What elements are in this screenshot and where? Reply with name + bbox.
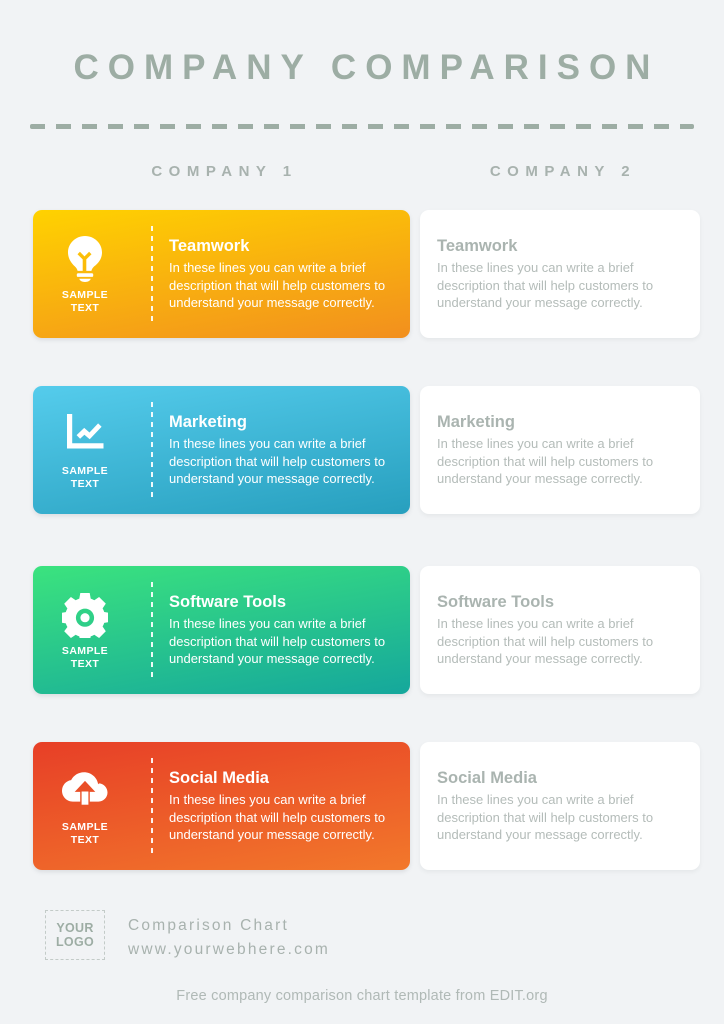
footer-website: www.yourwebhere.com	[128, 941, 331, 958]
logo-line-2: LOGO	[55, 935, 94, 949]
attribution-text: Free company comparison chart template f…	[176, 988, 548, 1004]
sample-text-label: SAMPLE TEXT	[61, 289, 109, 314]
feature-title: Software Tools	[437, 593, 555, 611]
feature-description: In these lines you can write a brief des…	[437, 436, 654, 486]
infographic-page: COMPANY COMPARISON COMPANY 1 COMPANY 2 S…	[0, 0, 724, 1024]
column-header-company-2: COMPANY 2	[489, 163, 637, 180]
icon-column: SAMPLE TEXT	[33, 386, 137, 514]
feature-description: In these lines you can write a brief des…	[169, 616, 386, 666]
feature-title: Marketing	[437, 413, 515, 431]
comparison-row: SAMPLE TEXT Software Tools In these line…	[0, 566, 724, 694]
header-divider	[30, 124, 694, 129]
card-text-column: Software Tools In these lines you can wr…	[437, 592, 677, 668]
feature-card-left[interactable]: SAMPLE TEXT Software Tools In these line…	[33, 566, 410, 694]
comparison-row: SAMPLE TEXT Social Media In these lines …	[0, 742, 724, 870]
footer: YOUR LOGO Comparison Chart www.yourwebhe…	[0, 900, 724, 1024]
sample-text-label: SAMPLE TEXT	[61, 645, 109, 670]
feature-title: Marketing	[169, 413, 247, 431]
feature-card-right[interactable]: Marketing In these lines you can write a…	[420, 386, 700, 514]
feature-title: Teamwork	[169, 237, 250, 255]
logo-placeholder[interactable]: YOUR LOGO	[45, 910, 105, 960]
logo-line-1: YOUR	[56, 920, 94, 935]
feature-description: In these lines you can write a brief des…	[169, 792, 386, 842]
column-header-company-1: COMPANY 1	[151, 163, 298, 180]
gear-icon	[62, 590, 108, 638]
sample-text-label: SAMPLE TEXT	[61, 465, 109, 490]
card-text-column: Marketing In these lines you can write a…	[437, 412, 677, 488]
card-divider	[151, 226, 153, 322]
sample-text-label: SAMPLE TEXT	[61, 821, 109, 846]
line-chart-icon	[62, 410, 108, 458]
feature-card-left[interactable]: SAMPLE TEXT Teamwork In these lines you …	[33, 210, 410, 338]
cloud-upload-icon	[62, 766, 108, 814]
feature-description: In these lines you can write a brief des…	[437, 260, 654, 310]
feature-card-left[interactable]: SAMPLE TEXT Social Media In these lines …	[33, 742, 410, 870]
feature-card-right[interactable]: Teamwork In these lines you can write a …	[420, 210, 700, 338]
comparison-row: SAMPLE TEXT Teamwork In these lines you …	[0, 210, 724, 338]
feature-description: In these lines you can write a brief des…	[437, 792, 654, 842]
feature-description: In these lines you can write a brief des…	[437, 616, 654, 666]
feature-title: Teamwork	[437, 237, 518, 255]
feature-card-right[interactable]: Social Media In these lines you can writ…	[420, 742, 700, 870]
card-text-column: Marketing In these lines you can write a…	[169, 412, 394, 488]
feature-title: Social Media	[437, 769, 537, 787]
feature-card-left[interactable]: SAMPLE TEXT Marketing In these lines you…	[33, 386, 410, 514]
icon-column: SAMPLE TEXT	[33, 742, 137, 870]
card-text-column: Teamwork In these lines you can write a …	[169, 236, 394, 312]
icon-column: SAMPLE TEXT	[33, 566, 137, 694]
card-text-column: Social Media In these lines you can writ…	[437, 768, 677, 844]
page-title: COMPANY COMPARISON	[73, 48, 660, 87]
feature-description: In these lines you can write a brief des…	[169, 436, 386, 486]
icon-column: SAMPLE TEXT	[33, 210, 137, 338]
comparison-row: SAMPLE TEXT Marketing In these lines you…	[0, 386, 724, 514]
feature-title: Social Media	[169, 769, 269, 787]
column-headers: COMPANY 1 COMPANY 2	[0, 163, 724, 185]
card-text-column: Teamwork In these lines you can write a …	[437, 236, 677, 312]
lightbulb-icon	[62, 234, 108, 282]
card-text-column: Software Tools In these lines you can wr…	[169, 592, 394, 668]
card-divider	[151, 758, 153, 854]
card-text-column: Social Media In these lines you can writ…	[169, 768, 394, 844]
footer-text-block: Comparison Chart www.yourwebhere.com	[128, 914, 330, 962]
feature-title: Software Tools	[169, 593, 287, 611]
card-divider	[151, 402, 153, 498]
card-divider	[151, 582, 153, 678]
feature-card-right[interactable]: Software Tools In these lines you can wr…	[420, 566, 700, 694]
feature-description: In these lines you can write a brief des…	[169, 260, 386, 310]
footer-subtitle: Comparison Chart	[128, 917, 289, 934]
